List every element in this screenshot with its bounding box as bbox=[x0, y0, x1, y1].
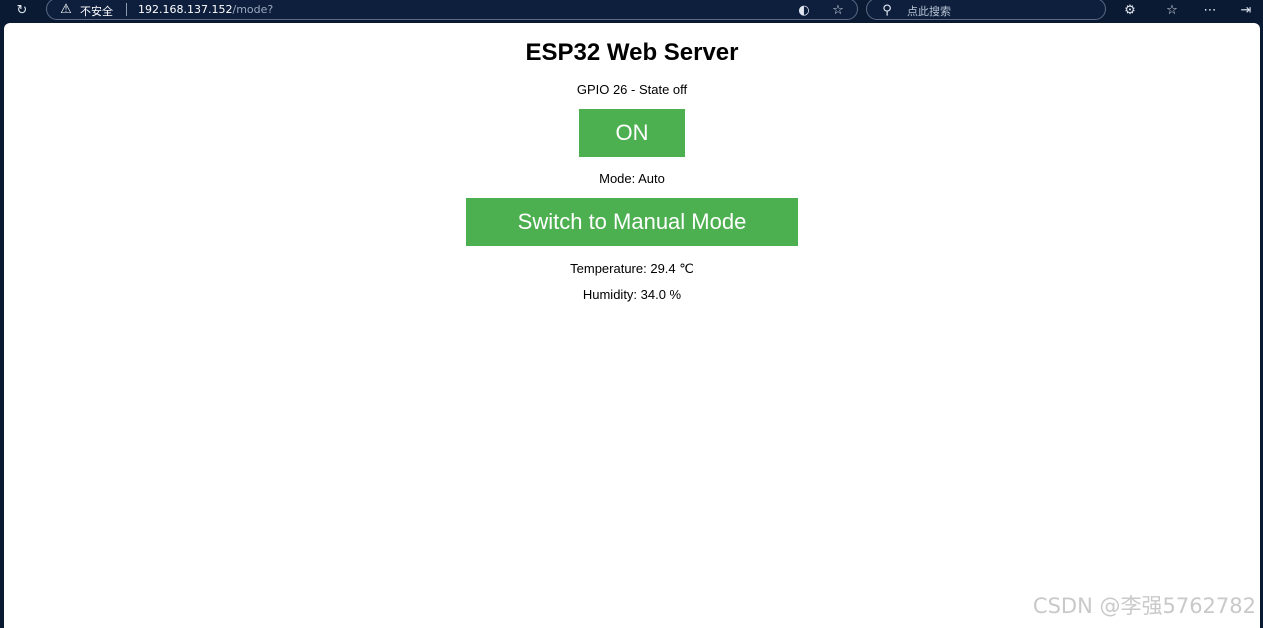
on-button[interactable]: ON bbox=[579, 109, 685, 157]
temperature-text: Temperature: 29.4 ℃ bbox=[570, 261, 694, 276]
search-placeholder[interactable]: 点此搜索 bbox=[907, 3, 951, 19]
url-host: 192.168.137.152 bbox=[138, 3, 233, 16]
more-icon[interactable]: ⋯ bbox=[1200, 0, 1220, 20]
security-label[interactable]: 不安全 bbox=[80, 3, 113, 19]
browser-toolbar: ↻ ⚠ 不安全 192.168.137.152/mode? ◐ ☆ ⚲ 点此搜索… bbox=[0, 0, 1263, 20]
warning-icon[interactable]: ⚠ bbox=[58, 1, 74, 17]
favorites-list-icon[interactable]: ☆ bbox=[1162, 0, 1182, 20]
mode-text: Mode: Auto bbox=[599, 171, 665, 186]
search-box[interactable] bbox=[866, 0, 1106, 20]
address-separator bbox=[126, 3, 127, 16]
page-title: ESP32 Web Server bbox=[525, 39, 739, 66]
url-path: /mode? bbox=[232, 3, 274, 16]
exit-icon[interactable]: ⇥ bbox=[1236, 0, 1256, 20]
switch-mode-button[interactable]: Switch to Manual Mode bbox=[466, 198, 798, 246]
url-text[interactable]: 192.168.137.152/mode? bbox=[138, 3, 273, 16]
refresh-icon[interactable]: ↻ bbox=[12, 0, 32, 20]
extensions-icon[interactable]: ⚙ bbox=[1120, 0, 1140, 20]
gpio-state-text: GPIO 26 - State off bbox=[576, 82, 688, 97]
search-icon[interactable]: ⚲ bbox=[878, 0, 896, 20]
star-icon[interactable]: ☆ bbox=[828, 0, 848, 20]
humidity-text: Humidity: 34.0 % bbox=[582, 287, 682, 302]
web-page: ESP32 Web Server GPIO 26 - State off ON … bbox=[4, 23, 1260, 628]
watermark: CSDN @李强5762782 bbox=[1032, 594, 1256, 618]
tracking-prevention-icon[interactable]: ◐ bbox=[794, 0, 814, 20]
